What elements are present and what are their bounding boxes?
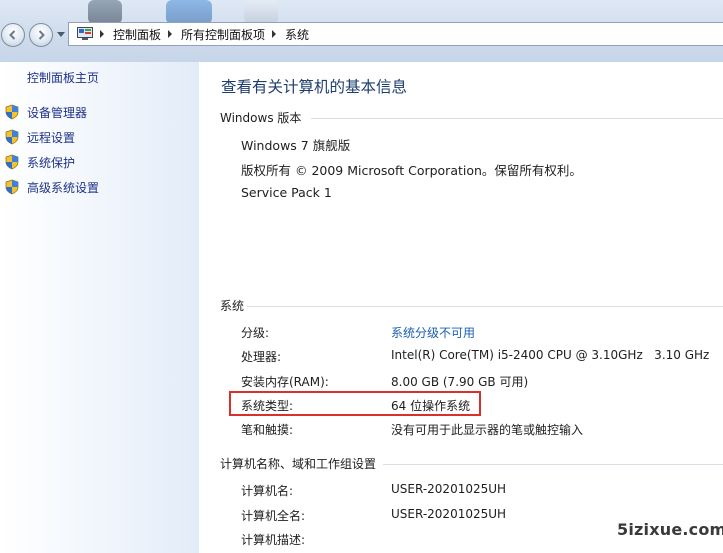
breadcrumb-separator-icon[interactable]: [272, 30, 277, 38]
processor-label: 处理器:: [241, 350, 282, 364]
taskbar-thumbnail: [166, 0, 212, 24]
pen-touch-value: 没有可用于此显示器的笔或触控输入: [391, 423, 584, 437]
breadcrumb-separator-icon[interactable]: [100, 30, 104, 38]
section-divider: [311, 118, 723, 119]
computer-name-label: 计算机名:: [241, 484, 294, 498]
highlight-box: [229, 391, 481, 416]
ram-label: 安装内存(RAM):: [241, 375, 329, 389]
rating-link[interactable]: 系统分级不可用: [391, 324, 475, 341]
sidebar-item-label: 系统保护: [27, 155, 76, 170]
back-button[interactable]: [1, 23, 25, 47]
breadcrumb-system[interactable]: 系统: [285, 26, 309, 43]
shield-icon: [5, 154, 19, 170]
sidebar-item-advanced-settings[interactable]: 高级系统设置: [4, 178, 99, 196]
copyright-text: 版权所有 © 2009 Microsoft Corporation。保留所有权利…: [241, 163, 582, 178]
section-heading-system: 系统: [220, 299, 245, 313]
sidebar: 控制面板主页 设备管理器 远程设置 系统保护 高级系统设置: [0, 62, 199, 553]
shield-icon: [5, 179, 19, 195]
watermark: 5izixue.com: [617, 520, 723, 539]
breadcrumb-control-panel[interactable]: 控制面板: [113, 26, 161, 43]
forward-arrow-icon: [38, 30, 45, 40]
edition-name: Windows 7 旗舰版: [241, 138, 351, 153]
sidebar-item-system-protection[interactable]: 系统保护: [4, 153, 75, 171]
breadcrumb-separator-icon[interactable]: [168, 30, 173, 38]
control-panel-home-link[interactable]: 控制面板主页: [27, 69, 99, 86]
address-toolbar: 控制面板 所有控制面板项 系统: [0, 0, 723, 62]
forward-button[interactable]: [29, 23, 53, 47]
section-heading-computer: 计算机名称、域和工作组设置: [220, 457, 377, 471]
section-divider: [383, 464, 723, 465]
back-arrow-icon: [9, 30, 16, 40]
full-computer-name-value: USER-20201025UH: [391, 507, 507, 521]
service-pack: Service Pack 1: [241, 185, 332, 200]
recent-pages-dropdown[interactable]: [57, 32, 65, 37]
address-bar[interactable]: 控制面板 所有控制面板项 系统: [68, 22, 723, 46]
taskbar-thumbnail: [244, 0, 278, 24]
control-panel-icon: [77, 27, 93, 40]
ram-value: 8.00 GB (7.90 GB 可用): [391, 375, 529, 389]
pen-touch-label: 笔和触摸:: [241, 423, 294, 437]
computer-name-value: USER-20201025UH: [391, 482, 507, 496]
sidebar-item-label: 设备管理器: [27, 105, 88, 120]
sidebar-item-remote-settings[interactable]: 远程设置: [4, 128, 75, 146]
main-content: 查看有关计算机的基本信息 Windows 版本 Windows 7 旗舰版 版权…: [199, 62, 723, 553]
taskbar-thumbnail: [88, 0, 122, 24]
sidebar-item-device-manager[interactable]: 设备管理器: [4, 103, 87, 121]
section-divider: [247, 306, 723, 307]
page-title: 查看有关计算机的基本信息: [221, 78, 408, 96]
section-heading-edition: Windows 版本: [220, 111, 302, 125]
shield-icon: [5, 104, 19, 120]
computer-description-label: 计算机描述:: [241, 533, 306, 547]
processor-value: Intel(R) Core(TM) i5-2400 CPU @ 3.10GHz …: [391, 348, 710, 362]
breadcrumb-all-items[interactable]: 所有控制面板项: [181, 26, 265, 43]
rating-label: 分级:: [241, 326, 270, 340]
sidebar-item-label: 远程设置: [27, 130, 76, 145]
sidebar-item-label: 高级系统设置: [27, 180, 100, 195]
full-computer-name-label: 计算机全名:: [241, 509, 306, 523]
shield-icon: [5, 129, 19, 145]
